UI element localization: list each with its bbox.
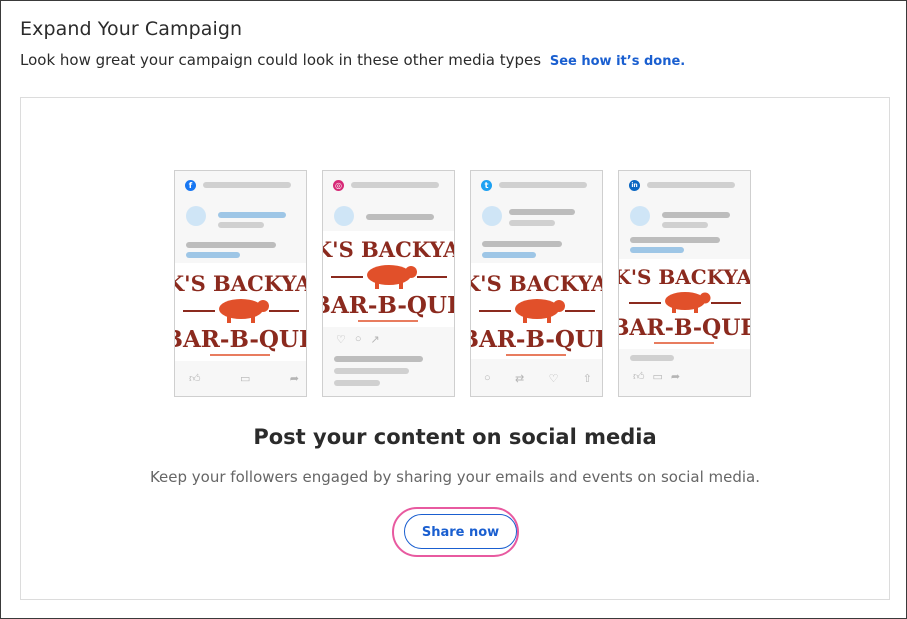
share-icon: ➦: [289, 373, 299, 385]
placeholder-line: [662, 222, 708, 228]
bbq-logo-image: ACK'S BACKYARD BAR-B-QUE: [471, 263, 602, 359]
placeholder-line: [647, 182, 735, 188]
reaction-bar: 👍︎ ▭ ➦: [633, 370, 680, 383]
avatar: [630, 206, 650, 226]
twitter-icon: t: [481, 180, 492, 191]
brand-line2: BAR-B-QUE: [323, 292, 454, 319]
placeholder-line: [482, 252, 536, 258]
comment-icon: ▭: [652, 371, 663, 383]
page-subtitle: Look how great your campaign could look …: [20, 51, 685, 69]
placeholder-line: [218, 222, 264, 228]
reaction-bar: ♡ ○ ↗: [336, 333, 380, 346]
see-how-link[interactable]: See how it’s done.: [550, 54, 685, 69]
placeholder-line: [334, 368, 409, 374]
linkedin-preview-card: in ACK'S BACKYARD BAR-B-QUE �: [618, 170, 751, 397]
avatar: [186, 206, 206, 226]
send-icon: ↗: [370, 334, 380, 346]
placeholder-line: [334, 356, 423, 362]
placeholder-line: [482, 241, 562, 247]
bbq-logo-image: ACK'S BACKYARD BAR-B-QUE: [175, 263, 306, 361]
retweet-icon: ⇄: [515, 373, 525, 385]
brand-line2: BAR-B-QUE: [619, 315, 750, 341]
linkedin-icon: in: [629, 180, 640, 191]
placeholder-line: [662, 212, 730, 218]
page-title: Expand Your Campaign: [20, 18, 243, 40]
placeholder-line: [186, 252, 240, 258]
reaction-bar: ○ ⇄ ♡ ⇧: [484, 372, 592, 385]
like-icon: 👍︎: [189, 373, 201, 385]
bbq-logo-image: ACK'S BACKYARD BAR-B-QUE: [323, 231, 454, 327]
placeholder-line: [630, 355, 674, 361]
avatar: [334, 206, 354, 226]
subtitle-text: Look how great your campaign could look …: [20, 51, 542, 69]
comment-icon: ▭: [239, 373, 251, 385]
brand-line2: BAR-B-QUE: [471, 326, 602, 353]
placeholder-line: [218, 212, 286, 218]
social-description: Keep your followers engaged by sharing y…: [149, 468, 761, 486]
social-preview-panel: f ACK'S BACKYARD BAR-B-QUE 👍︎: [20, 97, 890, 600]
bbq-logo-image: ACK'S BACKYARD BAR-B-QUE: [619, 259, 750, 349]
placeholder-line: [334, 380, 380, 386]
facebook-preview-card: f ACK'S BACKYARD BAR-B-QUE 👍︎: [174, 170, 307, 397]
share-icon: ⇧: [582, 373, 592, 385]
brand-line2: BAR-B-QUE: [175, 326, 306, 353]
comment-icon: ○: [354, 333, 362, 345]
placeholder-line: [509, 209, 575, 215]
placeholder-line: [351, 182, 439, 188]
expand-campaign-panel: Expand Your Campaign Look how great your…: [0, 0, 907, 619]
share-now-button[interactable]: Share now: [404, 514, 517, 549]
brand-line1: ACK'S BACKYARD: [619, 265, 750, 289]
placeholder-line: [630, 247, 684, 253]
reaction-bar: 👍︎ ▭ ➦: [189, 372, 299, 385]
instagram-icon: ◎: [333, 180, 344, 191]
social-heading: Post your content on social media: [253, 425, 657, 449]
heart-icon: ♡: [336, 334, 346, 346]
heart-icon: ♡: [548, 373, 559, 385]
placeholder-line: [499, 182, 587, 188]
avatar: [482, 206, 502, 226]
placeholder-line: [509, 220, 555, 226]
share-icon: ➦: [670, 371, 681, 383]
brand-line1: ACK'S BACKYARD: [471, 271, 602, 296]
placeholder-line: [186, 242, 276, 248]
like-icon: 👍︎: [633, 371, 645, 383]
placeholder-line: [630, 237, 720, 243]
reply-icon: ○: [484, 372, 491, 384]
twitter-preview-card: t ACK'S BACKYARD BAR-B-QUE ○: [470, 170, 603, 397]
placeholder-line: [203, 182, 291, 188]
facebook-icon: f: [185, 180, 196, 191]
brand-line1: ACK'S BACKYARD: [323, 237, 454, 262]
placeholder-line: [366, 214, 434, 220]
instagram-preview-card: ◎ ACK'S BACKYARD BAR-B-QUE ♡ ○ ↗: [322, 170, 455, 397]
brand-line1: ACK'S BACKYARD: [175, 271, 306, 296]
